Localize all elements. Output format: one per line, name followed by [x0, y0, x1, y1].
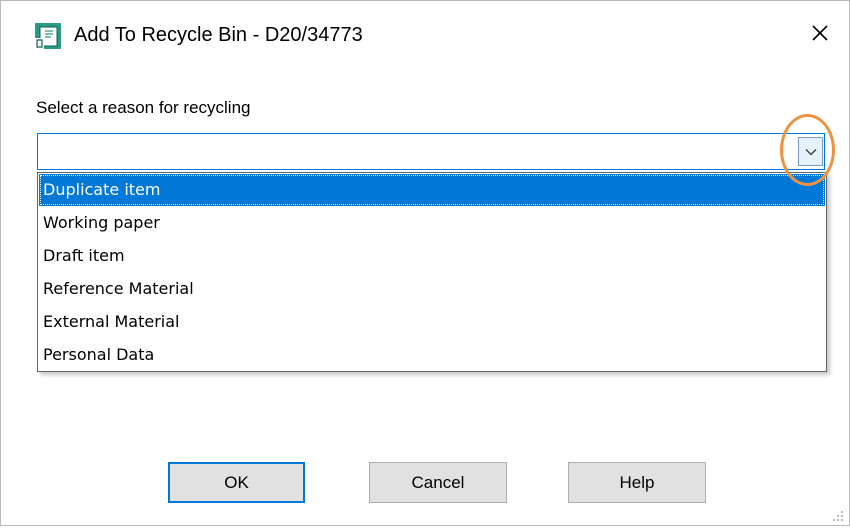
close-icon: [810, 23, 830, 48]
window-title: Add To Recycle Bin - D20/34773: [74, 24, 363, 46]
dropdown-option-external-material[interactable]: External Material: [39, 306, 825, 338]
title-bar: Add To Recycle Bin - D20/34773: [1, 1, 849, 75]
dropdown-option-personal-data[interactable]: Personal Data: [39, 339, 825, 371]
reason-combobox[interactable]: [37, 133, 825, 170]
ok-button[interactable]: OK: [168, 462, 305, 503]
dropdown-option-duplicate-item[interactable]: Duplicate item: [39, 174, 825, 206]
close-button[interactable]: [797, 15, 843, 55]
recycle-document-icon: [34, 22, 62, 50]
chevron-down-icon: [805, 143, 817, 161]
dialog-window: Add To Recycle Bin - D20/34773 Select a …: [0, 0, 850, 526]
dropdown-option-draft-item[interactable]: Draft item: [39, 240, 825, 272]
reason-input[interactable]: [38, 134, 795, 169]
resize-grip-icon[interactable]: [831, 509, 845, 523]
reason-label: Select a reason for recycling: [36, 98, 251, 117]
cancel-button[interactable]: Cancel: [369, 462, 507, 503]
dropdown-option-reference-material[interactable]: Reference Material: [39, 273, 825, 305]
help-button[interactable]: Help: [568, 462, 706, 503]
dropdown-toggle-button[interactable]: [798, 137, 823, 166]
dropdown-option-working-paper[interactable]: Working paper: [39, 207, 825, 239]
reason-dropdown-list: Duplicate item Working paper Draft item …: [37, 172, 827, 372]
